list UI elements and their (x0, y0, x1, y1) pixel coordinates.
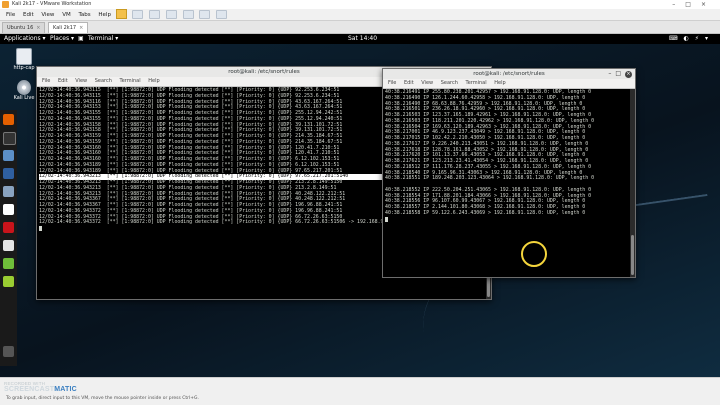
armitage-icon[interactable] (3, 186, 14, 197)
terminal-title: root@kali: /etc/snort/rules (228, 69, 300, 75)
menu-view[interactable]: View (421, 80, 433, 86)
cherrytree-icon[interactable] (3, 276, 14, 287)
clock[interactable]: Sat 14:40 (348, 34, 377, 44)
terminal-title: root@kali: /etc/snort/rules (473, 71, 545, 77)
terminal-window-tcpdump[interactable]: root@kali: /etc/snort/rules –□× File Edi… (382, 68, 636, 278)
menu-terminal[interactable]: Terminal (120, 78, 141, 84)
kali-dock (0, 110, 17, 366)
close-icon[interactable]: × (625, 71, 632, 78)
mouse-highlight-ring (521, 241, 547, 267)
menu-file[interactable]: File (388, 80, 396, 86)
vmware-titlebar: Kali 2k17 - VMware Workstation –□× (0, 0, 720, 9)
terminal-icon[interactable] (3, 132, 16, 145)
burp-icon[interactable] (3, 204, 14, 215)
menu-edit[interactable]: Edit (404, 80, 414, 86)
menu-search[interactable]: Search (441, 80, 458, 86)
vmware-icon (2, 1, 9, 8)
fullscreen-icon[interactable] (182, 9, 194, 19)
menu-terminal[interactable]: Terminal (466, 80, 487, 86)
terminal-line: 40:38.218551 IP 189.248.203.123.43064 > … (385, 175, 595, 182)
terminal-menu[interactable]: Terminal ▾ (88, 34, 118, 44)
watermark-brand-suffix: MATIC (54, 386, 77, 393)
close-icon[interactable]: × (36, 25, 40, 31)
tab-ubuntu[interactable]: Ubuntu 16 × (2, 22, 46, 33)
firefox-icon[interactable] (3, 114, 14, 125)
watermark-brand: SCREENCAST (4, 386, 55, 393)
tab-kali-label: Kali 2k17 (53, 25, 77, 31)
desktop-icon-http-cap[interactable]: http-cap (12, 48, 36, 71)
menu-help[interactable]: Help (98, 10, 111, 21)
metasploit-icon[interactable] (3, 168, 14, 179)
manage-snapshots-icon[interactable] (165, 9, 177, 19)
menu-help[interactable]: Help (494, 80, 505, 86)
menu-vm[interactable]: VM (62, 10, 71, 21)
menu-file[interactable]: File (42, 78, 50, 84)
show-apps-icon[interactable] (3, 346, 14, 357)
snapshot-icon[interactable] (132, 9, 144, 19)
menu-tabs[interactable]: Tabs (78, 10, 90, 21)
window-title: Kali 2k17 - VMware Workstation (12, 1, 92, 7)
close-icon[interactable]: × (79, 25, 83, 31)
menu-file[interactable]: File (6, 10, 15, 21)
menu-help[interactable]: Help (148, 78, 159, 84)
menu-view[interactable]: View (75, 78, 87, 84)
applications-menu[interactable]: Applications ▾ (4, 34, 46, 44)
beef-icon[interactable] (3, 222, 14, 233)
leafpad-icon[interactable] (3, 258, 14, 269)
vm-tab-strip: Ubuntu 16 × Kali 2k17 × (0, 21, 720, 34)
screencast-watermark: RECORDED WITH SCREENCASTMATIC (4, 381, 77, 393)
window-controls[interactable]: –□× (608, 70, 632, 78)
guest-desktop[interactable]: Applications ▾ Places ▾ ▣ Terminal ▾ Sat… (0, 34, 720, 377)
scrollbar[interactable] (630, 89, 635, 277)
terminal-menu-icon: ▣ (78, 35, 84, 42)
window-controls[interactable]: –□× (672, 0, 716, 9)
pause-icon[interactable] (115, 9, 127, 19)
menu-search[interactable]: Search (95, 78, 112, 84)
console-view-icon[interactable] (216, 9, 228, 19)
revert-snapshot-icon[interactable] (149, 9, 161, 19)
files-icon[interactable] (3, 150, 14, 161)
terminal-titlebar[interactable]: root@kali: /etc/snort/rules –□× (383, 69, 635, 79)
faraday-icon[interactable] (3, 240, 14, 251)
terminal-menubar: File Edit View Search Terminal Help (383, 79, 635, 89)
status-hint: To grab input, direct input to this VM, … (6, 396, 199, 401)
places-menu[interactable]: Places ▾ (50, 34, 74, 44)
desktop-icon-label: http-cap (13, 65, 35, 71)
system-tray[interactable]: ⌨◐⚡▾ (669, 34, 714, 44)
desktop-icon-label: Kali Live (13, 95, 35, 101)
scrollbar-thumb[interactable] (631, 235, 634, 275)
vmware-menubar: File Edit View VM Tabs Help (0, 9, 720, 21)
tab-ubuntu-label: Ubuntu 16 (7, 25, 34, 31)
disc-icon (17, 80, 31, 95)
terminal-cursor (385, 216, 630, 225)
file-icon (16, 48, 32, 65)
menu-edit[interactable]: Edit (23, 10, 34, 21)
host-statusbar: To grab input, direct input to this VM, … (0, 377, 720, 405)
terminal-output[interactable]: 40:38.216491 IP 255.80.238.201.42957 > 1… (383, 89, 630, 277)
unity-icon[interactable] (199, 9, 211, 19)
tab-kali[interactable]: Kali 2k17 × (48, 22, 89, 33)
menu-view[interactable]: View (41, 10, 54, 21)
menu-edit[interactable]: Edit (58, 78, 68, 84)
kali-top-panel: Applications ▾ Places ▾ ▣ Terminal ▾ Sat… (0, 34, 720, 44)
desktop-icon-kali-live[interactable]: Kali Live (12, 80, 36, 101)
